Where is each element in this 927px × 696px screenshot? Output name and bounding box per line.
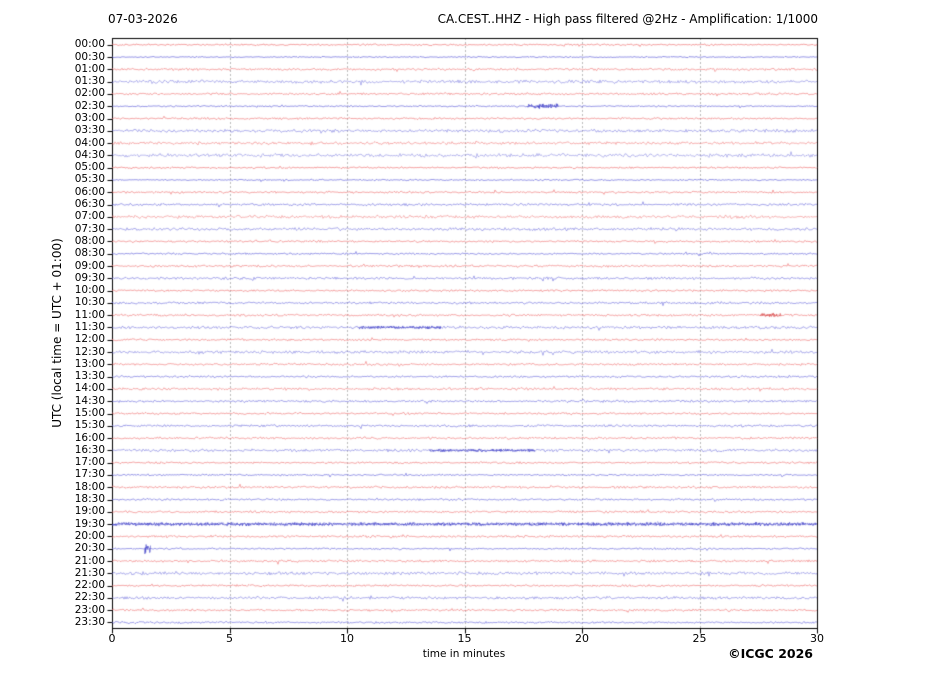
y-tick-label: 19:30 [74,517,105,530]
y-tick-label: 20:00 [74,529,105,542]
y-tick-label: 02:00 [74,87,105,100]
y-tick-label: 17:00 [74,456,105,469]
date-title: 07-03-2026 [108,12,178,26]
y-tick-label: 14:30 [74,394,105,407]
y-tick-label: 00:30 [74,50,105,63]
y-axis-label: UTC (local time = UTC + 01:00) [50,238,64,428]
y-tick-label: 15:00 [74,407,105,419]
y-tick-label: 05:00 [74,161,105,174]
x-tick-label: 20 [575,632,589,645]
y-tick-label: 16:00 [74,431,105,444]
y-tick-label: 08:30 [74,247,105,260]
x-tick-label: 0 [108,632,116,645]
y-tick-label: 11:30 [74,320,105,333]
x-tick-label: 15 [457,632,472,645]
y-tick-label: 19:00 [74,505,105,518]
y-tick-label: 14:00 [74,382,105,395]
y-tick-label: 10:00 [74,284,105,297]
y-tick-label: 07:30 [74,222,105,235]
y-tick-label: 06:30 [74,198,105,211]
y-tick-label: 21:00 [74,554,105,567]
y-tick-label: 22:00 [74,579,105,592]
y-tick-label: 04:30 [74,148,105,161]
y-tick-label: 23:00 [74,603,105,616]
y-tick-label: 12:30 [74,345,105,358]
y-tick-label: 09:30 [74,271,105,284]
x-axis-label: time in minutes [422,648,506,660]
copyright-label: ©ICGC 2026 [728,646,813,661]
y-tick-label: 21:30 [74,566,105,579]
y-tick-label: 09:00 [74,259,105,272]
y-tick-label: 04:00 [74,136,105,149]
y-tick-label: 22:30 [74,591,105,604]
y-tick-label: 03:00 [74,112,105,124]
x-tick-label: 30 [810,632,824,645]
y-tick-label: 17:30 [74,468,105,481]
helicorder-plot [100,28,827,640]
y-tick-label: 18:00 [74,480,105,493]
y-tick-label: 10:30 [74,296,105,309]
y-tick-label: 03:30 [74,124,105,137]
y-tick-label: 16:30 [74,443,105,456]
station-title: CA.CEST..HHZ - High pass filtered @2Hz -… [437,12,818,26]
y-tick-label: 12:00 [74,333,105,346]
y-tick-label: 18:30 [74,493,105,506]
y-tick-label: 02:30 [74,99,105,112]
x-tick-label: 5 [226,632,233,645]
y-tick-label: 01:00 [74,62,105,75]
y-tick-label: 01:30 [74,75,105,88]
y-tick-label: 23:30 [74,615,105,628]
y-tick-label: 13:00 [74,357,105,370]
y-tick-label: 13:30 [74,370,105,383]
y-tick-label: 06:00 [74,185,105,198]
x-tick-label: 25 [692,632,707,645]
y-tick-label: 07:00 [74,210,105,223]
y-tick-label: 00:00 [74,38,105,51]
y-tick-label: 15:30 [74,419,105,432]
y-tick-label: 05:30 [74,173,105,186]
y-tick-label: 20:30 [74,542,105,555]
helicorder-page: 07-03-2026 CA.CEST..HHZ - High pass filt… [0,0,927,696]
x-tick-label: 10 [340,632,354,645]
y-tick-label: 08:00 [74,234,105,247]
y-tick-label: 11:00 [74,308,105,321]
